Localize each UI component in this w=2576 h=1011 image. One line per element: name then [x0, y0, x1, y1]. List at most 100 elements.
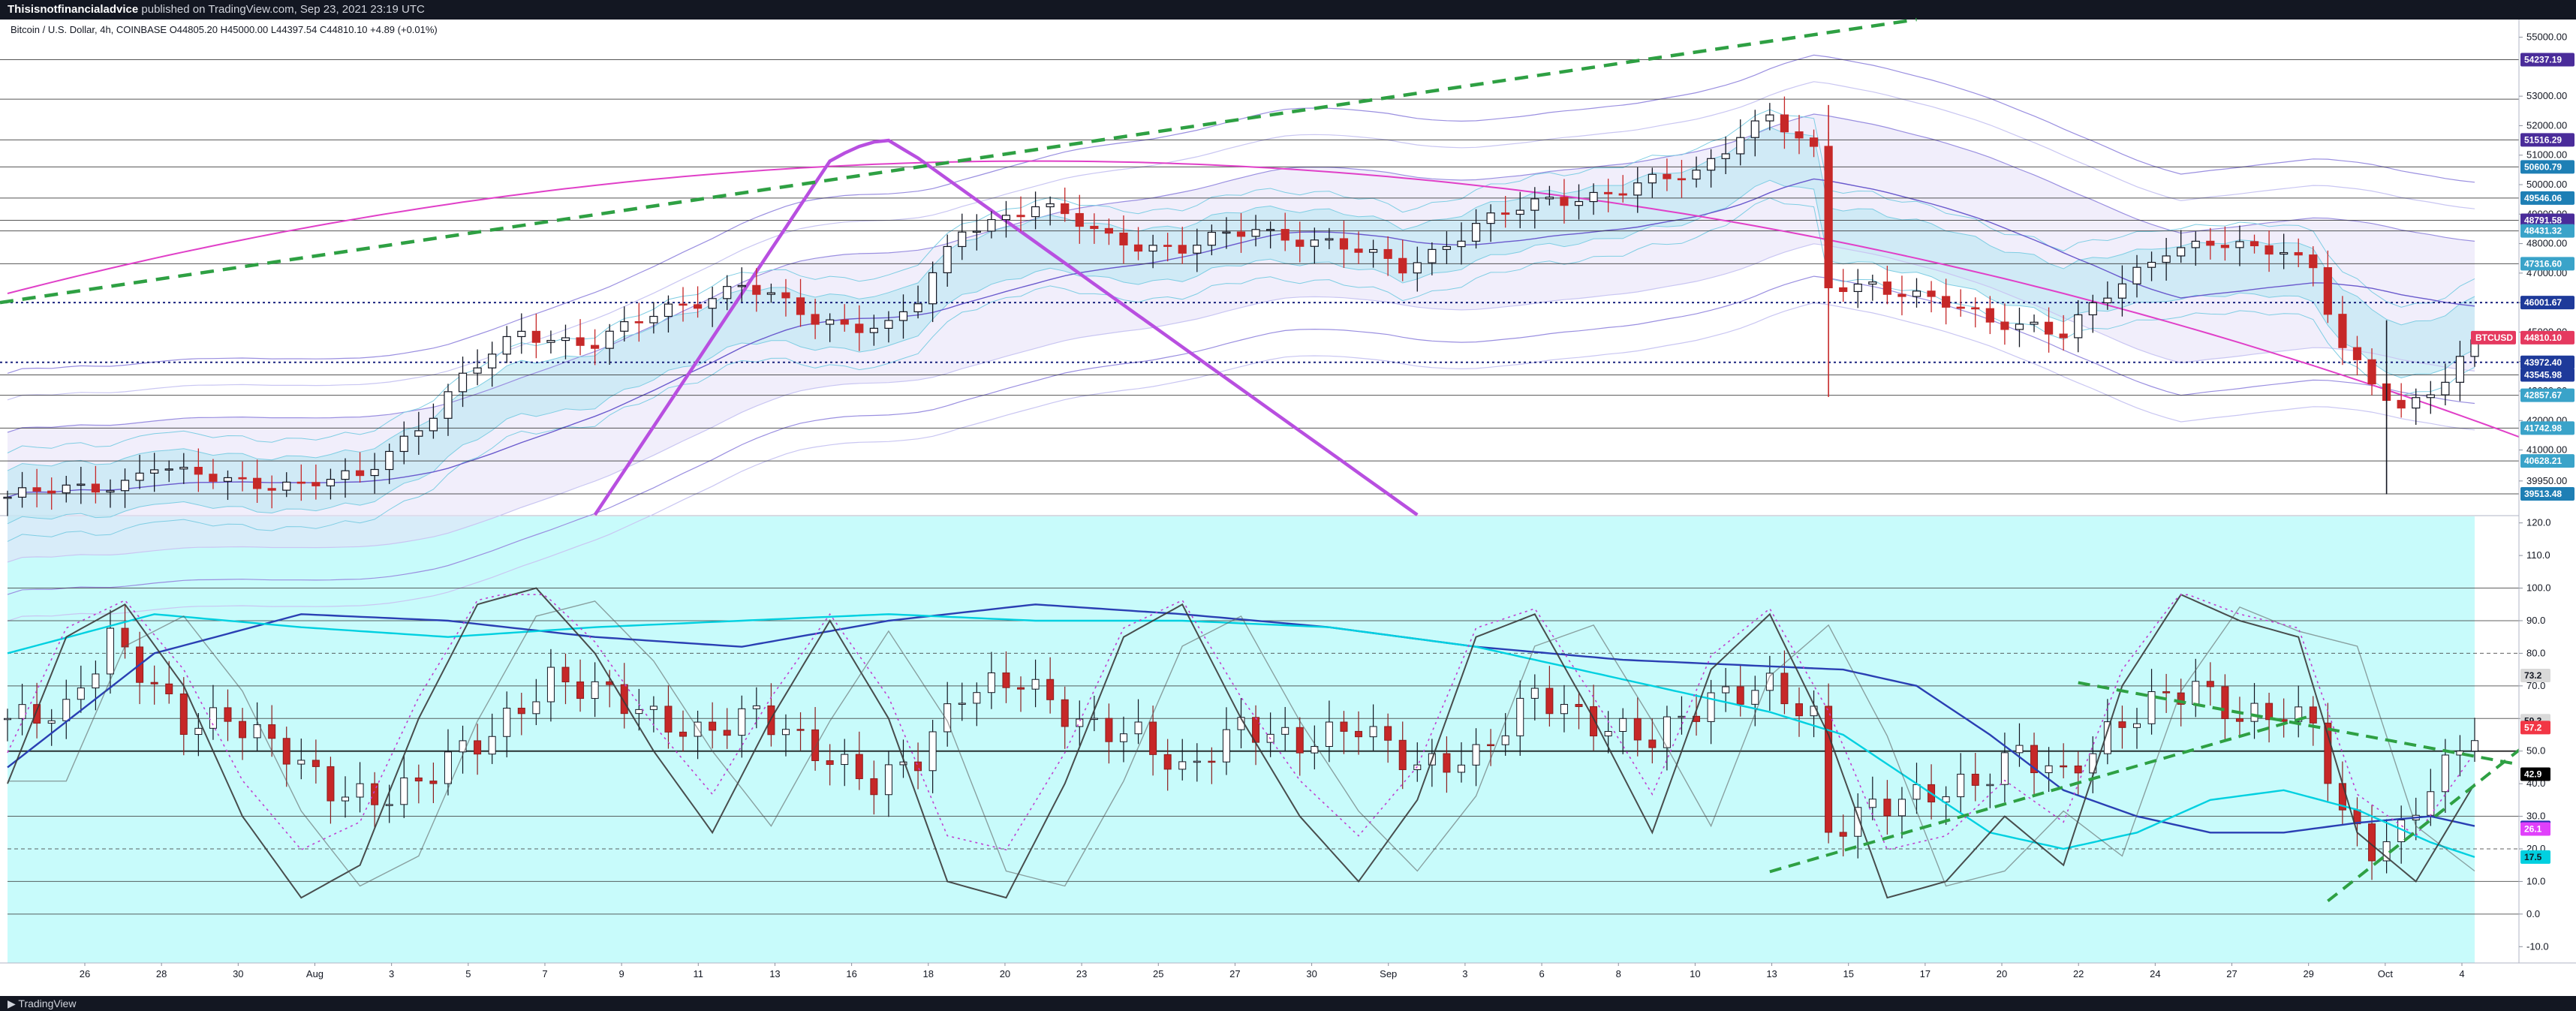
y-tick-label: 120.0	[2526, 517, 2551, 528]
candle-body	[2412, 397, 2421, 409]
rsi-body	[121, 627, 129, 648]
candle-body	[1119, 232, 1128, 245]
rsi-body	[1883, 799, 1891, 817]
candle-body	[2265, 245, 2274, 255]
rsi-body	[2250, 703, 2259, 722]
y-tick-label: 90.0	[2526, 615, 2545, 626]
candle-body	[2367, 359, 2376, 385]
rsi-body	[546, 666, 555, 703]
y-tick-label: 0.0	[2526, 908, 2540, 919]
rsi-body	[342, 796, 350, 802]
candle-body	[1942, 296, 1951, 308]
y-tick-label: 30.0	[2526, 811, 2545, 822]
candle-body	[1413, 262, 1422, 274]
candle-body	[2426, 394, 2435, 399]
candle-body	[2132, 266, 2141, 284]
y-tick-label: 10.0	[2526, 875, 2545, 886]
x-tick-label: Sep	[1380, 968, 1397, 979]
rsi-body	[239, 721, 247, 739]
candle-body	[2000, 321, 2009, 330]
candle-body	[2309, 254, 2318, 269]
rsi-body	[1178, 761, 1187, 770]
rsi-body	[1340, 721, 1348, 732]
candle-body	[2088, 302, 2097, 316]
candle-body	[1736, 137, 1745, 155]
rsi-body	[884, 764, 892, 796]
rsi-body	[738, 708, 746, 736]
rsi-body	[1986, 784, 1994, 787]
candle-body	[1428, 248, 1437, 263]
rsi-body	[1193, 760, 1201, 763]
price-tag-label: 47316.60	[2524, 258, 2562, 269]
candle-body	[2397, 399, 2406, 409]
candle-body	[576, 337, 585, 346]
x-tick-label: Oct	[2378, 968, 2394, 979]
candle-body	[355, 470, 365, 477]
candle-body	[2030, 321, 2039, 325]
rsi-body	[179, 693, 188, 736]
candle-body	[898, 311, 908, 321]
price-tag-label: 44810.10	[2524, 332, 2562, 343]
rsi-body	[532, 701, 540, 715]
rsi-body	[2162, 691, 2171, 694]
candle-body	[1354, 248, 1363, 253]
candle-body	[473, 367, 482, 374]
candle-body	[2059, 333, 2068, 339]
x-tick-label: 29	[2303, 968, 2313, 979]
price-tag-label: 40628.21	[2524, 456, 2562, 466]
rsi-body	[1031, 679, 1040, 690]
rsi-body	[1575, 703, 1583, 707]
rsi-body	[1648, 739, 1657, 748]
candle-body	[1706, 158, 1716, 171]
candle-body	[869, 327, 878, 333]
rsi-body	[1325, 721, 1333, 748]
rsi-body	[2206, 681, 2214, 688]
price-tag-label: 46001.67	[2524, 297, 2562, 308]
rsi-body	[841, 754, 849, 766]
candle-body	[150, 469, 159, 474]
candle-body	[1016, 215, 1025, 218]
rsi-body	[311, 760, 320, 767]
x-tick-label: 3	[389, 968, 394, 979]
rsi-body	[914, 761, 922, 772]
candle-body	[2323, 267, 2332, 315]
x-tick-label: 30	[233, 968, 243, 979]
rsi-body	[1590, 706, 1598, 737]
rsi-body	[723, 730, 731, 736]
rsi-body	[106, 627, 114, 675]
candle-body	[913, 303, 922, 312]
candle-body	[194, 466, 203, 475]
rsi-body	[870, 778, 878, 796]
rsi-body	[973, 692, 981, 704]
candle-body	[385, 450, 394, 471]
candle-body	[2191, 240, 2200, 248]
candle-body	[1046, 203, 1055, 208]
rsi-body	[2060, 765, 2068, 768]
candle-body	[1795, 131, 1804, 139]
rsi-body	[47, 720, 56, 724]
x-tick-label: 23	[1076, 968, 1087, 979]
candle-body	[488, 354, 497, 369]
candle-body	[1633, 182, 1642, 196]
candle-body	[1780, 114, 1789, 133]
candle-body	[2015, 323, 2024, 330]
candle-body	[693, 304, 703, 309]
candle-body	[370, 468, 379, 477]
rsi-body	[1897, 799, 1906, 817]
candle-body	[1604, 191, 1613, 194]
candle-body	[811, 314, 820, 325]
candle-body	[179, 466, 188, 470]
rsi-body	[400, 777, 408, 805]
candle-body	[2338, 314, 2347, 348]
rsi-body	[327, 766, 335, 802]
rsi-body	[2324, 722, 2332, 784]
symbol-legend: Bitcoin / U.S. Dollar, 4h, COINBASE O448…	[11, 24, 438, 35]
rsi-body	[1355, 730, 1363, 738]
chart-canvas[interactable]: 55000.00 53000.00 52000.00 51000.00 50000.00…	[0, 0, 2576, 1011]
candle-body	[62, 484, 71, 494]
rsi-body	[444, 751, 452, 784]
x-tick-label: 18	[923, 968, 934, 979]
candle-body	[2235, 241, 2244, 248]
candle-body	[1912, 290, 1921, 297]
value-tag-label: 26.1	[2524, 824, 2542, 835]
